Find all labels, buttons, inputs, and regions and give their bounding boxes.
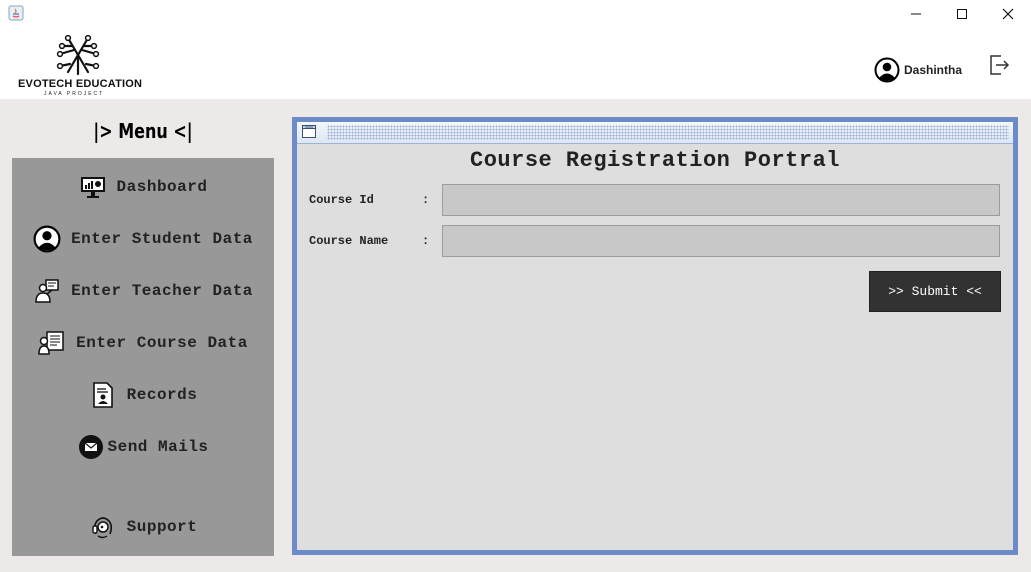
maximize-button[interactable] xyxy=(939,0,985,28)
logo: EVOTECH EDUCATION JAVA PROJECT xyxy=(14,32,143,97)
app-header: EVOTECH EDUCATION JAVA PROJECT Dashintha xyxy=(0,28,1031,99)
internal-frame-titlebar[interactable] xyxy=(297,122,1013,144)
user-circle-icon xyxy=(874,57,900,83)
records-icon xyxy=(89,381,117,409)
sidebar-item-support[interactable]: Support xyxy=(12,510,274,544)
maximize-icon xyxy=(957,9,967,19)
logout-icon xyxy=(990,55,1010,75)
logo-title: EVOTECH EDUCATION xyxy=(18,78,143,90)
circuit-logo-icon xyxy=(56,34,100,76)
window-icon xyxy=(302,125,316,138)
sidebar-item-label: Records xyxy=(126,386,198,404)
sidebar-item-student-data[interactable]: Enter Student Data xyxy=(12,222,274,256)
sidebar-item-teacher-data[interactable]: Enter Teacher Data xyxy=(12,274,274,308)
course-name-colon: : xyxy=(422,234,430,248)
course-id-label: Course Id xyxy=(309,193,374,207)
sidebar-item-label: Enter Student Data xyxy=(71,230,253,248)
form-title: Course Registration Portral xyxy=(470,148,840,173)
monitor-chart-icon xyxy=(79,173,107,201)
course-id-input[interactable] xyxy=(442,184,1000,216)
course-icon xyxy=(38,329,66,357)
logout-button[interactable] xyxy=(987,53,1011,82)
sidebar-item-label: Enter Teacher Data xyxy=(71,282,253,300)
logo-subtitle: JAVA PROJECT xyxy=(44,91,105,97)
minimize-button[interactable] xyxy=(893,0,939,28)
internal-frame: Course Registration Portral Course Id : … xyxy=(292,117,1018,555)
main-content: |> Menu <| Dashboard Enter Student Data … xyxy=(0,99,1031,572)
sidebar-item-label: Support xyxy=(126,518,198,536)
menu-title: |> Menu <| xyxy=(93,119,193,143)
course-name-input[interactable] xyxy=(442,225,1000,257)
window-titlebar xyxy=(0,0,1031,28)
headset-icon xyxy=(89,513,117,541)
teacher-icon xyxy=(33,277,61,305)
mail-icon xyxy=(77,433,105,461)
close-button[interactable] xyxy=(985,0,1031,28)
course-id-colon: : xyxy=(422,193,430,207)
sidebar-item-label: Dashboard xyxy=(116,178,208,196)
sidebar-item-dashboard[interactable]: Dashboard xyxy=(12,170,274,204)
sidebar-item-course-data[interactable]: Enter Course Data xyxy=(12,326,274,360)
sidebar-item-records[interactable]: Records xyxy=(12,378,274,412)
minimize-icon xyxy=(911,13,921,15)
user-profile[interactable]: Dashintha xyxy=(874,56,962,84)
user-name: Dashintha xyxy=(904,63,963,77)
submit-button[interactable]: >> Submit << xyxy=(869,271,1001,312)
course-registration-form: Course Registration Portral Course Id : … xyxy=(297,144,1013,550)
sidebar-item-label: Send Mails xyxy=(107,438,209,456)
course-name-label: Course Name xyxy=(309,234,389,248)
sidebar: Dashboard Enter Student Data Enter Teach… xyxy=(12,158,274,556)
user-circle-icon xyxy=(33,225,61,253)
titlebar-grip xyxy=(327,125,1009,140)
sidebar-item-send-mails[interactable]: Send Mails xyxy=(12,430,274,464)
java-icon xyxy=(8,5,24,21)
sidebar-item-label: Enter Course Data xyxy=(76,334,248,352)
close-icon xyxy=(1002,8,1014,20)
